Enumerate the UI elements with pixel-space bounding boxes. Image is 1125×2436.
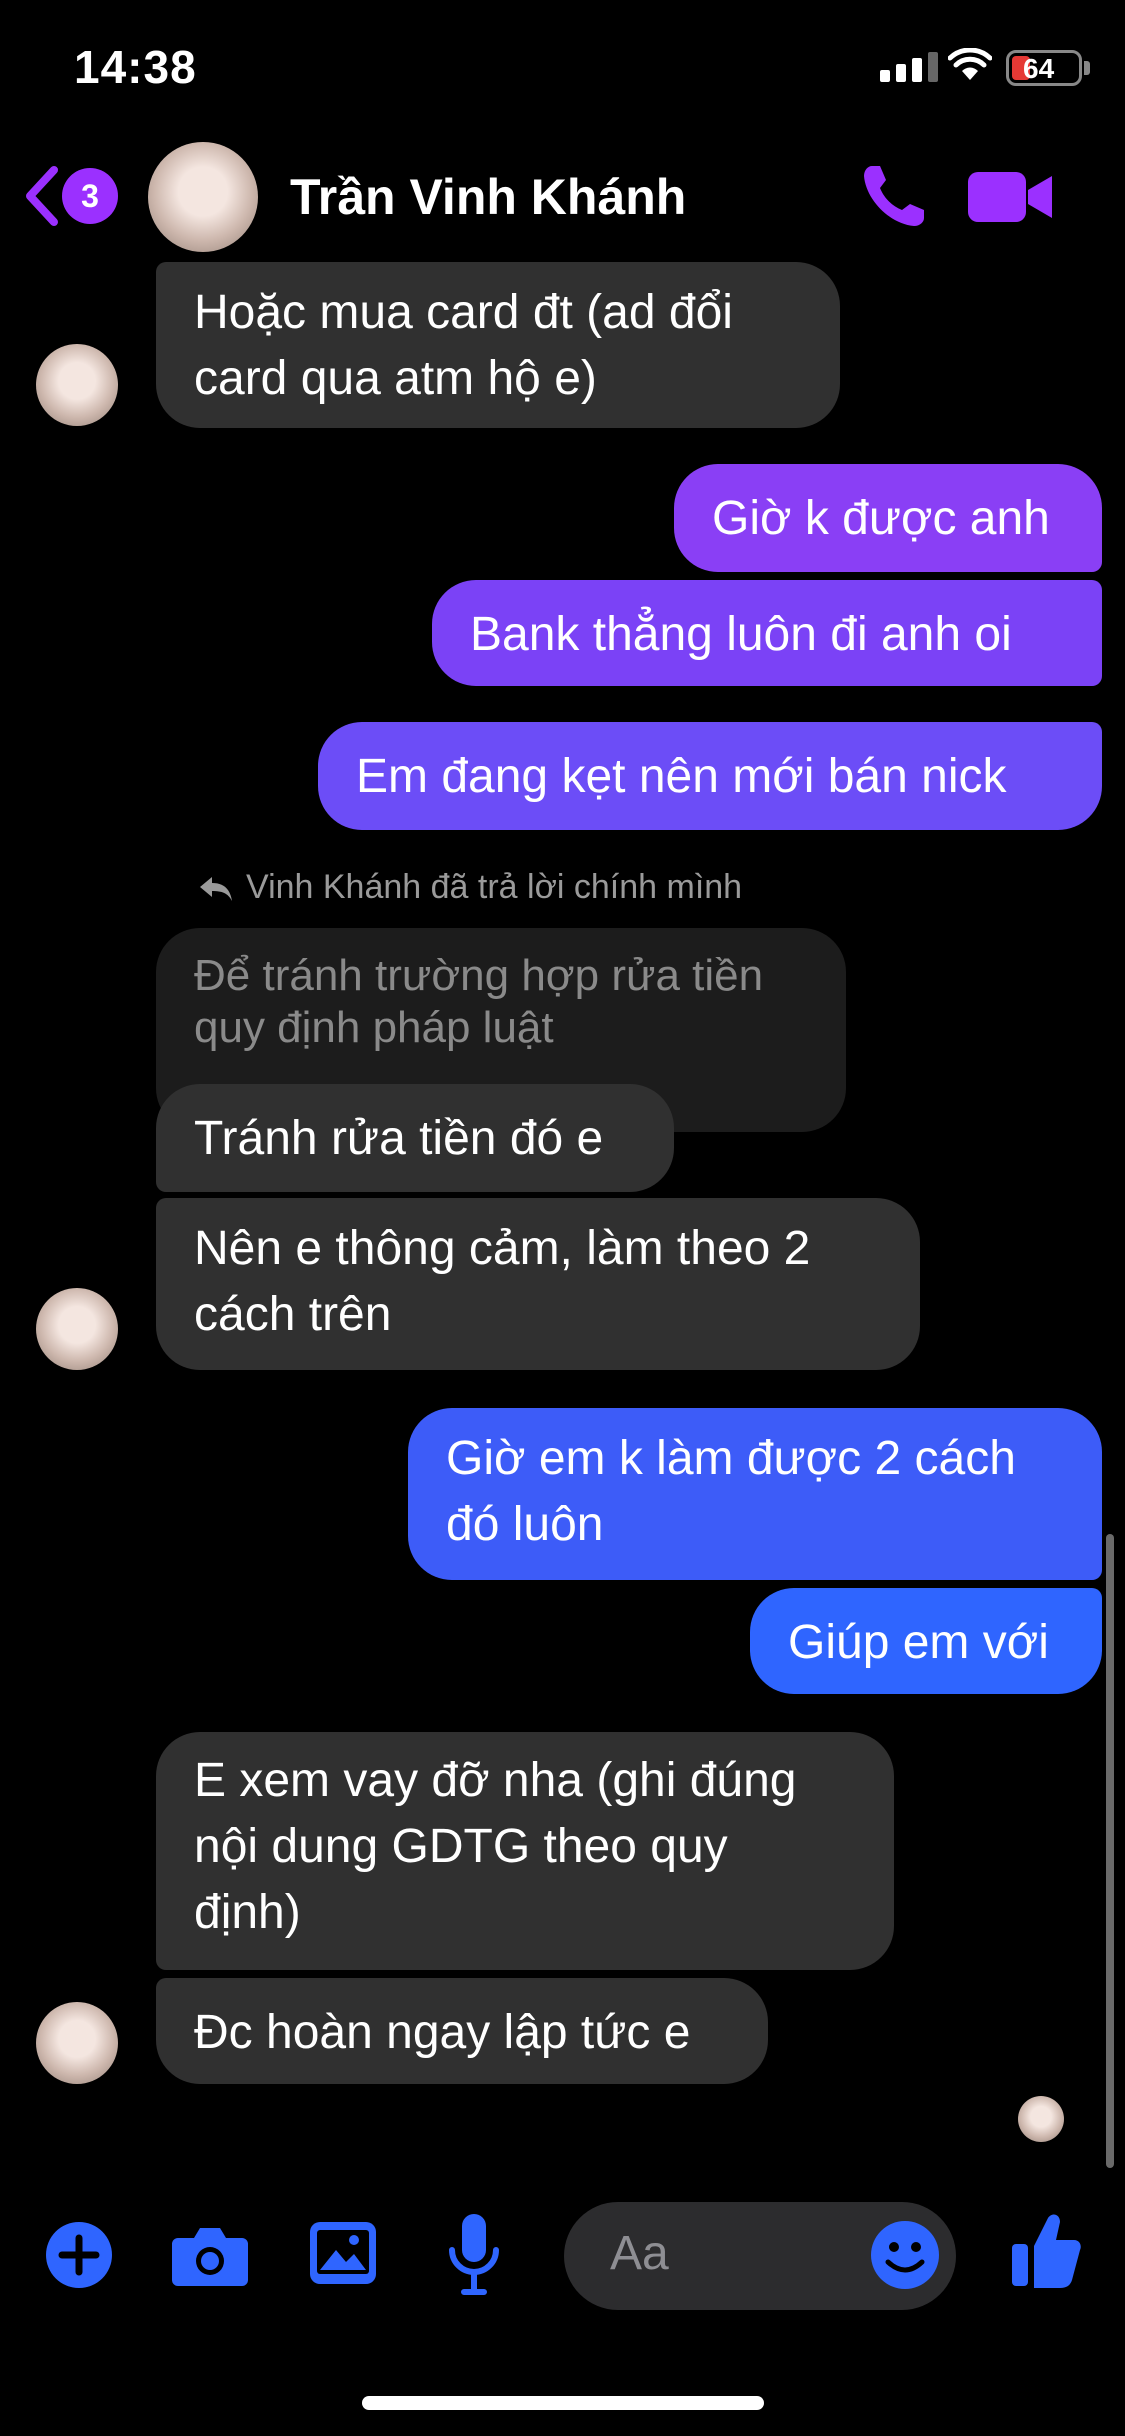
wifi-icon [948,48,992,80]
back-chevron-icon[interactable] [22,164,62,228]
plus-icon[interactable] [46,2222,112,2288]
microphone-icon[interactable] [446,2212,502,2296]
message-bubble-sent[interactable]: Giờ k được anh [674,464,1102,572]
message-bubble-sent[interactable]: Giúp em với [750,1588,1102,1694]
scrollbar[interactable] [1106,1534,1114,2168]
reply-arrow-icon [200,876,232,901]
camera-icon[interactable] [170,2222,250,2288]
message-bubble-received[interactable]: Đc hoàn ngay lập tức e [156,1978,768,2084]
sender-avatar[interactable] [36,1288,118,1370]
gallery-icon[interactable] [308,2220,378,2286]
message-bubble-sent[interactable]: Bank thẳng luôn đi anh oi [432,580,1102,686]
seen-receipt-avatar [1018,2096,1064,2142]
message-bubble-sent[interactable]: Em đang kẹt nên mới bán nick [318,722,1102,830]
status-time: 14:38 [74,41,197,93]
cellular-signal-icon [880,52,938,82]
sender-avatar[interactable] [36,344,118,426]
sender-avatar[interactable] [36,2002,118,2084]
phone-icon[interactable] [858,160,930,232]
video-camera-icon[interactable] [966,168,1054,226]
reply-note-text: Vinh Khánh đã trả lời chính mình [246,868,743,906]
emoji-icon[interactable] [870,2220,940,2290]
message-bubble-received[interactable]: Tránh rửa tiền đó e [156,1084,674,1192]
battery-icon: 64 [1006,50,1082,86]
message-bubble-sent[interactable]: Giờ em k làm được 2 cách đó luôn [408,1408,1102,1580]
home-indicator [362,2396,764,2410]
message-bubble-received[interactable]: Hoặc mua card đt (ad đổi card qua atm hộ… [156,262,840,428]
message-bubble-received[interactable]: Nên e thông cảm, làm theo 2 cách trên [156,1198,920,1370]
unread-badge[interactable]: 3 [62,168,118,224]
contact-avatar[interactable] [148,142,258,252]
thumbs-up-icon[interactable] [1010,2210,1082,2290]
message-bubble-received[interactable]: E xem vay đỡ nha (ghi đúng nội dung GDTG… [156,1732,894,1970]
contact-name[interactable]: Trần Vinh Khánh [290,168,686,226]
reply-note: Vinh Khánh đã trả lời chính mình [198,868,742,907]
message-input-placeholder: Aa [610,2227,669,2280]
battery-level: 64 [1023,53,1055,84]
